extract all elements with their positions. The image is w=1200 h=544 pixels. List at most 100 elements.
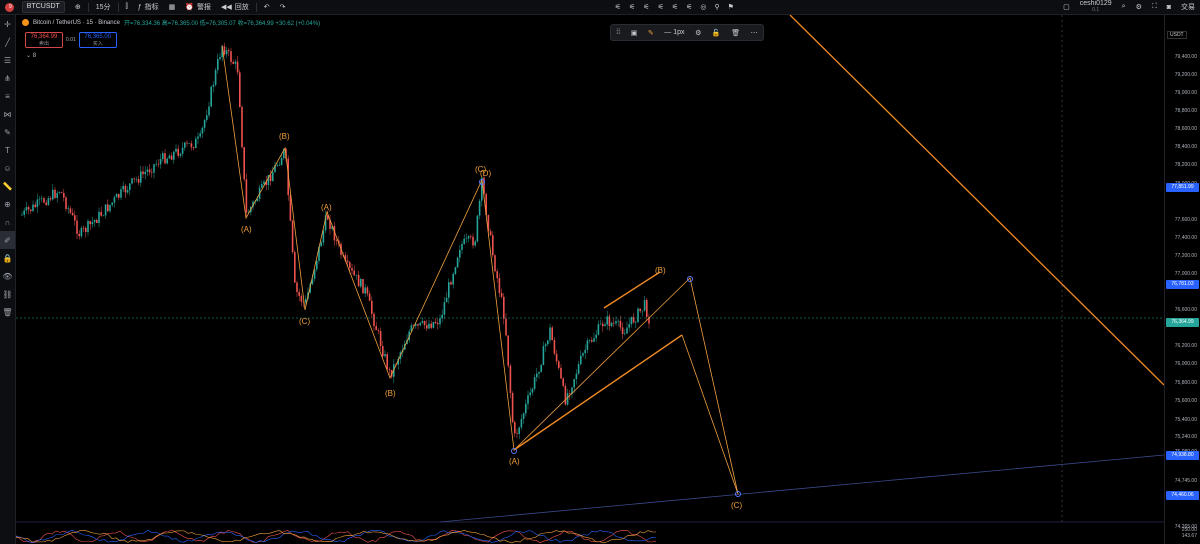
candle-body — [36, 199, 39, 208]
interval-selector[interactable]: 15分 — [91, 2, 116, 12]
zoom-tool[interactable]: ⊕ — [0, 195, 15, 213]
candle-body — [210, 86, 212, 107]
undo-button[interactable]: ↶ — [259, 3, 275, 11]
candle-body — [540, 365, 542, 372]
template-tool-icon[interactable]: ⚟ — [686, 3, 692, 11]
candle-body — [384, 354, 386, 357]
template-tool-icon[interactable]: ⚟ — [643, 3, 649, 11]
candle-body — [276, 165, 278, 166]
price-chart[interactable]: (A) (B) (C) (A) (B) (C) (D) (A) (B) (C) — [16, 15, 1164, 525]
wave-c-projection[interactable] — [681, 334, 739, 495]
symbol-title: Bitcoin / TetherUS · 15 · Binance — [33, 19, 120, 26]
divider — [117, 2, 119, 12]
pattern-tool[interactable]: ⋈ — [0, 105, 15, 123]
trade-button[interactable]: 交易 — [1176, 2, 1200, 12]
camera-icon: ◙ — [1166, 3, 1171, 11]
template-tool-icon[interactable]: ⚟ — [672, 3, 678, 11]
template-tool-icon[interactable]: ⚟ — [615, 3, 621, 11]
diagonal-trend-line[interactable] — [789, 15, 1164, 386]
candle-body — [525, 403, 527, 414]
candle-body — [162, 153, 164, 160]
candle-body — [467, 236, 470, 239]
replay-button[interactable]: ◀◀ 回放 — [216, 2, 254, 12]
template-tool-icon[interactable]: ⚟ — [629, 3, 635, 11]
wedge-upper-line[interactable] — [603, 271, 661, 309]
fullscreen-button[interactable]: ⛶ — [1147, 3, 1162, 11]
lock-tool[interactable]: 🔒 — [0, 249, 15, 267]
keep-drawing-tool[interactable]: ✐ — [0, 231, 15, 249]
lock-icon[interactable]: 🔓 — [712, 29, 721, 37]
layout-toggle[interactable]: ▢ — [1058, 3, 1075, 11]
symbol-selector[interactable]: BTCUSDT — [17, 1, 70, 13]
horizontal-line-tool[interactable]: ☰ — [0, 51, 15, 69]
price-axis[interactable]: USDT 79,400.00 79,200.00 79,000.00 78,800.0… — [1164, 15, 1200, 544]
support-trend-line[interactable] — [439, 454, 1164, 523]
candle-body — [38, 198, 41, 200]
quick-trade: 76,364.99 卖出 0.01 76,365.00 买入 — [25, 32, 117, 48]
candle-body — [423, 321, 426, 326]
settings-button[interactable]: ⚙ — [1131, 3, 1147, 11]
layout-button[interactable]: ▦ — [164, 3, 181, 11]
candle-body — [23, 210, 25, 215]
buy-button[interactable]: 76,365.00 买入 — [78, 32, 117, 48]
search-button[interactable]: ⌕ — [1117, 3, 1131, 11]
candle-body — [27, 207, 30, 210]
pitchfork-tool[interactable]: ⋔ — [0, 69, 15, 87]
user-menu[interactable]: ceshi0129 0.1 — [1075, 0, 1117, 13]
line-width-selector[interactable]: — 1px — [664, 29, 684, 36]
trend-line-tool[interactable]: ╱ — [0, 33, 15, 51]
ruler-tool[interactable]: 📏 — [0, 177, 15, 195]
flag-icon[interactable]: ⚑ — [728, 3, 734, 11]
candle-body — [45, 202, 47, 205]
candle-body — [454, 267, 457, 274]
template-tool-icon[interactable]: ⚟ — [658, 3, 664, 11]
indicator-count[interactable]: ⌄ 8 — [26, 52, 36, 59]
settings-icon[interactable]: ▣ — [631, 29, 638, 37]
chart-type-button[interactable]: ⫿ — [121, 3, 133, 11]
wave-label-a: (A) — [321, 203, 332, 212]
pin-icon[interactable]: ⚲ — [715, 3, 720, 11]
candle-body — [151, 172, 153, 173]
wedge-lower-line[interactable] — [513, 334, 683, 451]
pitchfork-icon: ⋔ — [4, 73, 11, 83]
link-tool[interactable]: ⛓ — [0, 285, 15, 303]
add-symbol-button[interactable]: ⊕ — [70, 3, 86, 11]
redo-button[interactable]: ↷ — [275, 3, 291, 11]
candle-body — [533, 377, 536, 389]
candle-body — [168, 155, 171, 159]
candle-body — [621, 327, 624, 335]
text-tool[interactable]: T — [0, 141, 15, 159]
price-tick: 79,400.00 — [1174, 54, 1197, 60]
trash-icon[interactable]: 🗑 — [731, 29, 740, 37]
candle-body — [382, 346, 384, 357]
snapshot-button[interactable]: ◙ — [1162, 4, 1176, 11]
emoji-tool[interactable]: ☺ — [0, 159, 15, 177]
crosshair-tool[interactable]: ✛ — [0, 15, 15, 33]
candle-body — [263, 181, 265, 185]
brush-tool[interactable]: ✎ — [0, 123, 15, 141]
sell-label: 卖出 — [38, 41, 49, 47]
candle-body — [371, 300, 373, 314]
visibility-tool[interactable]: 👁 — [0, 267, 15, 285]
target-icon[interactable]: ◎ — [700, 3, 706, 11]
template-icon[interactable]: ⁞⁞ — [616, 29, 620, 36]
more-icon[interactable]: ⋯ — [751, 29, 758, 37]
magnet-tool[interactable]: ∩ — [0, 213, 15, 231]
candle-body — [450, 282, 452, 285]
indicators-button[interactable]: ƒ 指标 — [133, 2, 164, 12]
link-icon: ⛓ — [2, 289, 13, 299]
sell-button[interactable]: 76,364.99 卖出 — [25, 32, 63, 48]
delete-tool[interactable]: 🗑 — [0, 303, 15, 321]
candle-body — [349, 262, 351, 268]
gear-icon[interactable]: ⚙ — [695, 29, 701, 37]
app-logo[interactable]: 9 — [0, 2, 17, 12]
line-color-icon[interactable]: ✎ — [648, 29, 654, 37]
price-tick: 75,400.00 — [1174, 417, 1197, 423]
candle-body — [181, 147, 184, 154]
candle-body — [615, 321, 617, 324]
candle-body — [463, 238, 465, 244]
fib-tool[interactable]: ≡ — [0, 87, 15, 105]
candle-body — [291, 220, 294, 253]
alert-button[interactable]: ⏰ 警报 — [180, 2, 216, 12]
candle-body — [604, 324, 606, 327]
